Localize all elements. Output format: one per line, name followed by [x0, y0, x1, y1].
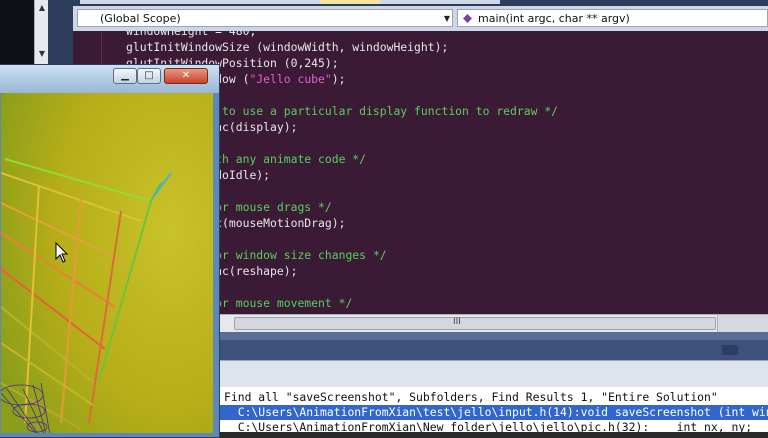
horizontal-scrollbar[interactable]: III	[220, 314, 768, 332]
gl-window-titlebar[interactable]: ▁ □ ✕	[0, 65, 219, 93]
code-token: windowHeight = 480;	[126, 31, 257, 38]
code-string: "Jello cube"	[249, 72, 332, 86]
scroll-up-arrow-icon[interactable]: ▲	[35, 2, 49, 14]
function-dropdown-value: main(int argc, char ** argv)	[478, 12, 630, 25]
gl-window[interactable]: ▁ □ ✕	[0, 64, 220, 438]
find-results-toolbar	[220, 360, 768, 388]
code-line[interactable]: glutInitWindowSize (windowWidth, windowH…	[126, 39, 558, 55]
scrollbar-corner	[717, 315, 768, 332]
panel-splitter[interactable]	[220, 332, 768, 340]
find-result-row[interactable]: Find all "saveScreenshot", Subfolders, F…	[224, 390, 718, 405]
find-result-row[interactable]: C:\Users\AnimationFromXian\test\jello\in…	[220, 405, 768, 420]
jello-cube-render	[1, 93, 213, 433]
maximize-button[interactable]: □	[137, 68, 161, 84]
panel-toolbar-button[interactable]	[722, 345, 738, 355]
find-result-row[interactable]: C:\Users\AnimationFromXian\New_folder\je…	[224, 420, 768, 432]
find-results-header	[220, 340, 768, 360]
scope-dropdown[interactable]: (Global Scope) ▼	[77, 9, 453, 27]
method-icon	[463, 14, 472, 23]
left-panel-scrollbar[interactable]: ▲ ▼	[34, 0, 49, 70]
gl-canvas[interactable]	[1, 93, 213, 433]
code-line[interactable]: windowHeight = 480;	[126, 31, 558, 39]
scroll-down-arrow-icon[interactable]: ▼	[35, 48, 49, 60]
chevron-down-icon[interactable]: ▼	[444, 10, 450, 28]
minimize-button[interactable]: ▁	[113, 68, 137, 84]
code-token: glutInitWindowSize (windowWidth, windowH…	[126, 40, 449, 54]
navigation-bar: (Global Scope) ▼ main(int argc, char ** …	[73, 6, 768, 32]
scope-dropdown-value: (Global Scope)	[100, 12, 181, 25]
scrollbar-thumb[interactable]: III	[234, 317, 716, 330]
find-results-list[interactable]: Find all "saveScreenshot", Subfolders, F…	[220, 387, 768, 432]
left-panel	[0, 0, 34, 70]
code-token: );	[331, 72, 346, 86]
scrollbar-grip-icon: III	[453, 317, 461, 327]
active-document-tab[interactable]	[320, 0, 380, 4]
ide-window: ▲ ▼ (Global Scope) ▼ main(int argc, char…	[0, 0, 768, 438]
panel-gap	[48, 0, 73, 70]
close-button[interactable]: ✕	[164, 68, 208, 84]
document-tabs[interactable]	[80, 0, 500, 4]
function-dropdown[interactable]: main(int argc, char ** argv)	[457, 9, 768, 27]
